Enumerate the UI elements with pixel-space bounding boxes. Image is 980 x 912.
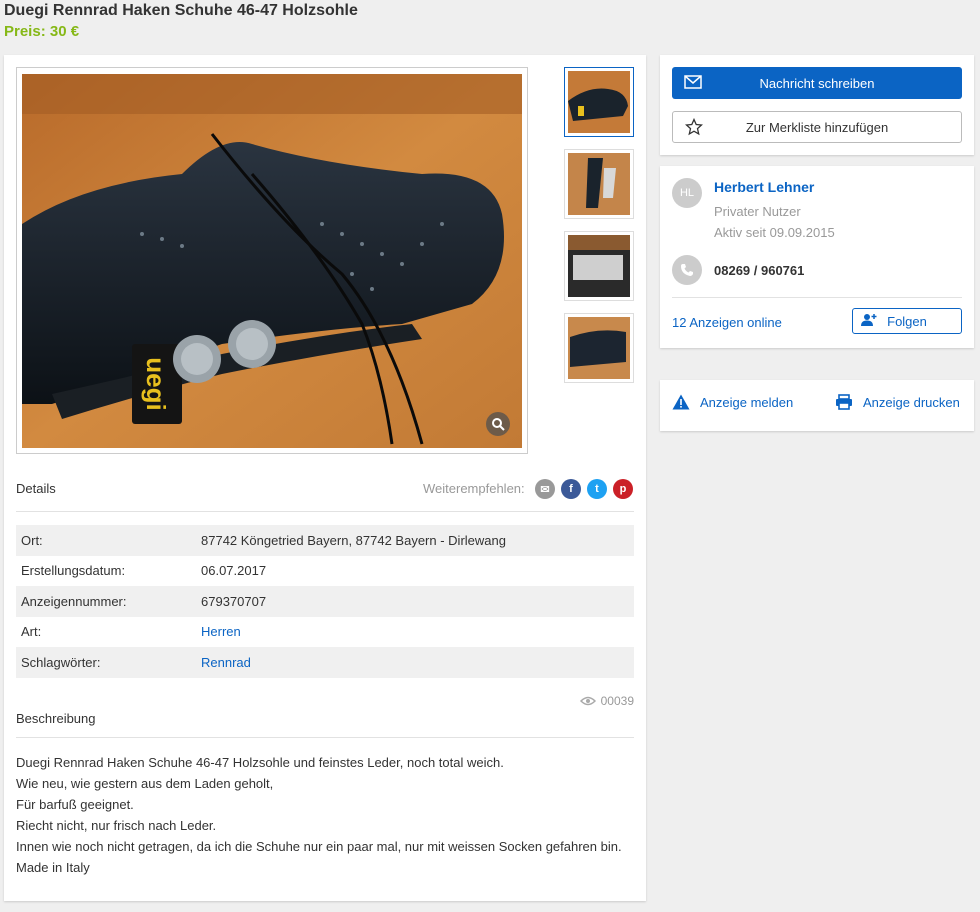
details-type-link[interactable]: Herren xyxy=(201,624,241,639)
printer-icon xyxy=(836,394,852,410)
phone-icon xyxy=(672,255,702,285)
message-button-label: Nachricht schreiben xyxy=(759,75,875,91)
watchlist-button-label: Zur Merkliste hinzufügen xyxy=(745,119,889,135)
star-icon xyxy=(685,118,703,136)
listing-main-panel: uegi Details Weiterempfehlen: ✉ f t p Or… xyxy=(4,55,646,901)
svg-text:uegi: uegi xyxy=(141,357,171,410)
seller-type: Privater Nutzer xyxy=(714,204,801,219)
details-value: 06.07.2017 xyxy=(201,563,267,579)
warning-icon xyxy=(672,394,690,410)
description-line: Innen wie noch nicht getragen, da ich di… xyxy=(16,839,622,854)
details-heading: Details xyxy=(16,481,56,496)
description-line: Für barfuß geeignet. xyxy=(16,797,134,812)
details-key: Erstellungsdatum: xyxy=(21,563,126,579)
details-row-location: Ort: 87742 Köngetried Bayern, 87742 Baye… xyxy=(16,525,634,556)
thumbnail-2[interactable] xyxy=(564,149,634,219)
description-line: Duegi Rennrad Haken Schuhe 46-47 Holzsoh… xyxy=(16,755,504,770)
view-counter: 00039 xyxy=(579,694,634,708)
share-label: Weiterempfehlen: xyxy=(423,481,525,496)
add-user-icon xyxy=(861,314,877,326)
follow-button-label: Folgen xyxy=(887,313,927,329)
description-heading: Beschreibung xyxy=(16,711,96,726)
report-ad-link[interactable]: Anzeige melden xyxy=(672,394,793,410)
print-ad-label: Anzeige drucken xyxy=(863,394,960,410)
message-button[interactable]: Nachricht schreiben xyxy=(672,67,962,99)
phone-number[interactable]: 08269 / 960761 xyxy=(714,263,804,278)
avatar: HL xyxy=(672,178,702,208)
details-key: Ort: xyxy=(21,532,43,548)
listing-title: Duegi Rennrad Haken Schuhe 46-47 Holzsoh… xyxy=(4,2,358,19)
thumbnail-1[interactable] xyxy=(564,67,634,137)
ads-online-link[interactable]: 12 Anzeigen online xyxy=(672,315,782,330)
details-table: Ort: 87742 Köngetried Bayern, 87742 Baye… xyxy=(16,525,634,678)
envelope-icon xyxy=(684,75,702,89)
details-row-tags: Schlagwörter: Rennrad xyxy=(16,647,634,678)
main-image-frame[interactable]: uegi xyxy=(16,67,528,454)
details-row-type: Art: Herren xyxy=(16,617,634,648)
details-row-date: Erstellungsdatum: 06.07.2017 xyxy=(16,556,634,587)
view-count: 00039 xyxy=(600,694,634,708)
seller-divider xyxy=(672,297,962,298)
seller-name-link[interactable]: Herbert Lehner xyxy=(714,179,814,195)
description-line: Made in Italy xyxy=(16,860,90,875)
description-line: Wie neu, wie gestern aus dem Laden gehol… xyxy=(16,776,274,791)
details-value: 87742 Köngetried Bayern, 87742 Bayern - … xyxy=(201,532,506,548)
share-pinterest-icon[interactable]: p xyxy=(613,479,633,499)
eye-icon xyxy=(579,696,596,706)
description-divider xyxy=(16,737,634,738)
follow-button[interactable]: Folgen xyxy=(852,308,962,334)
share-facebook-icon[interactable]: f xyxy=(561,479,581,499)
contact-actions-panel: Nachricht schreiben Zur Merkliste hinzuf… xyxy=(660,55,974,155)
zoom-icon[interactable] xyxy=(486,412,510,436)
description-line: Riecht nicht, nur frisch nach Leder. xyxy=(16,818,217,833)
details-key: Schlagwörter: xyxy=(21,654,101,670)
details-row-ad-number: Anzeigennummer: 679370707 xyxy=(16,586,634,617)
print-ad-link[interactable]: Anzeige drucken xyxy=(835,394,960,410)
details-key: Anzeigennummer: xyxy=(21,593,127,609)
share-email-icon[interactable]: ✉ xyxy=(535,479,555,499)
seller-panel: HL Herbert Lehner Privater Nutzer Aktiv … xyxy=(660,166,974,348)
description-text: Duegi Rennrad Haken Schuhe 46-47 Holzsoh… xyxy=(16,752,622,878)
seller-active-since: Aktiv seit 09.09.2015 xyxy=(714,225,835,240)
report-ad-label: Anzeige melden xyxy=(700,394,794,410)
details-divider xyxy=(16,511,634,512)
thumbnail-4[interactable] xyxy=(564,313,634,383)
watchlist-button[interactable]: Zur Merkliste hinzufügen xyxy=(672,111,962,143)
listing-tools-panel: Anzeige melden Anzeige drucken xyxy=(660,380,974,431)
share-twitter-icon[interactable]: t xyxy=(587,479,607,499)
main-product-image[interactable]: uegi xyxy=(22,74,522,448)
details-value: 679370707 xyxy=(201,593,267,609)
details-tag-link[interactable]: Rennrad xyxy=(201,655,251,670)
details-key: Art: xyxy=(21,624,42,640)
thumbnail-3[interactable] xyxy=(564,231,634,301)
listing-price: Preis: 30 € xyxy=(4,23,80,40)
